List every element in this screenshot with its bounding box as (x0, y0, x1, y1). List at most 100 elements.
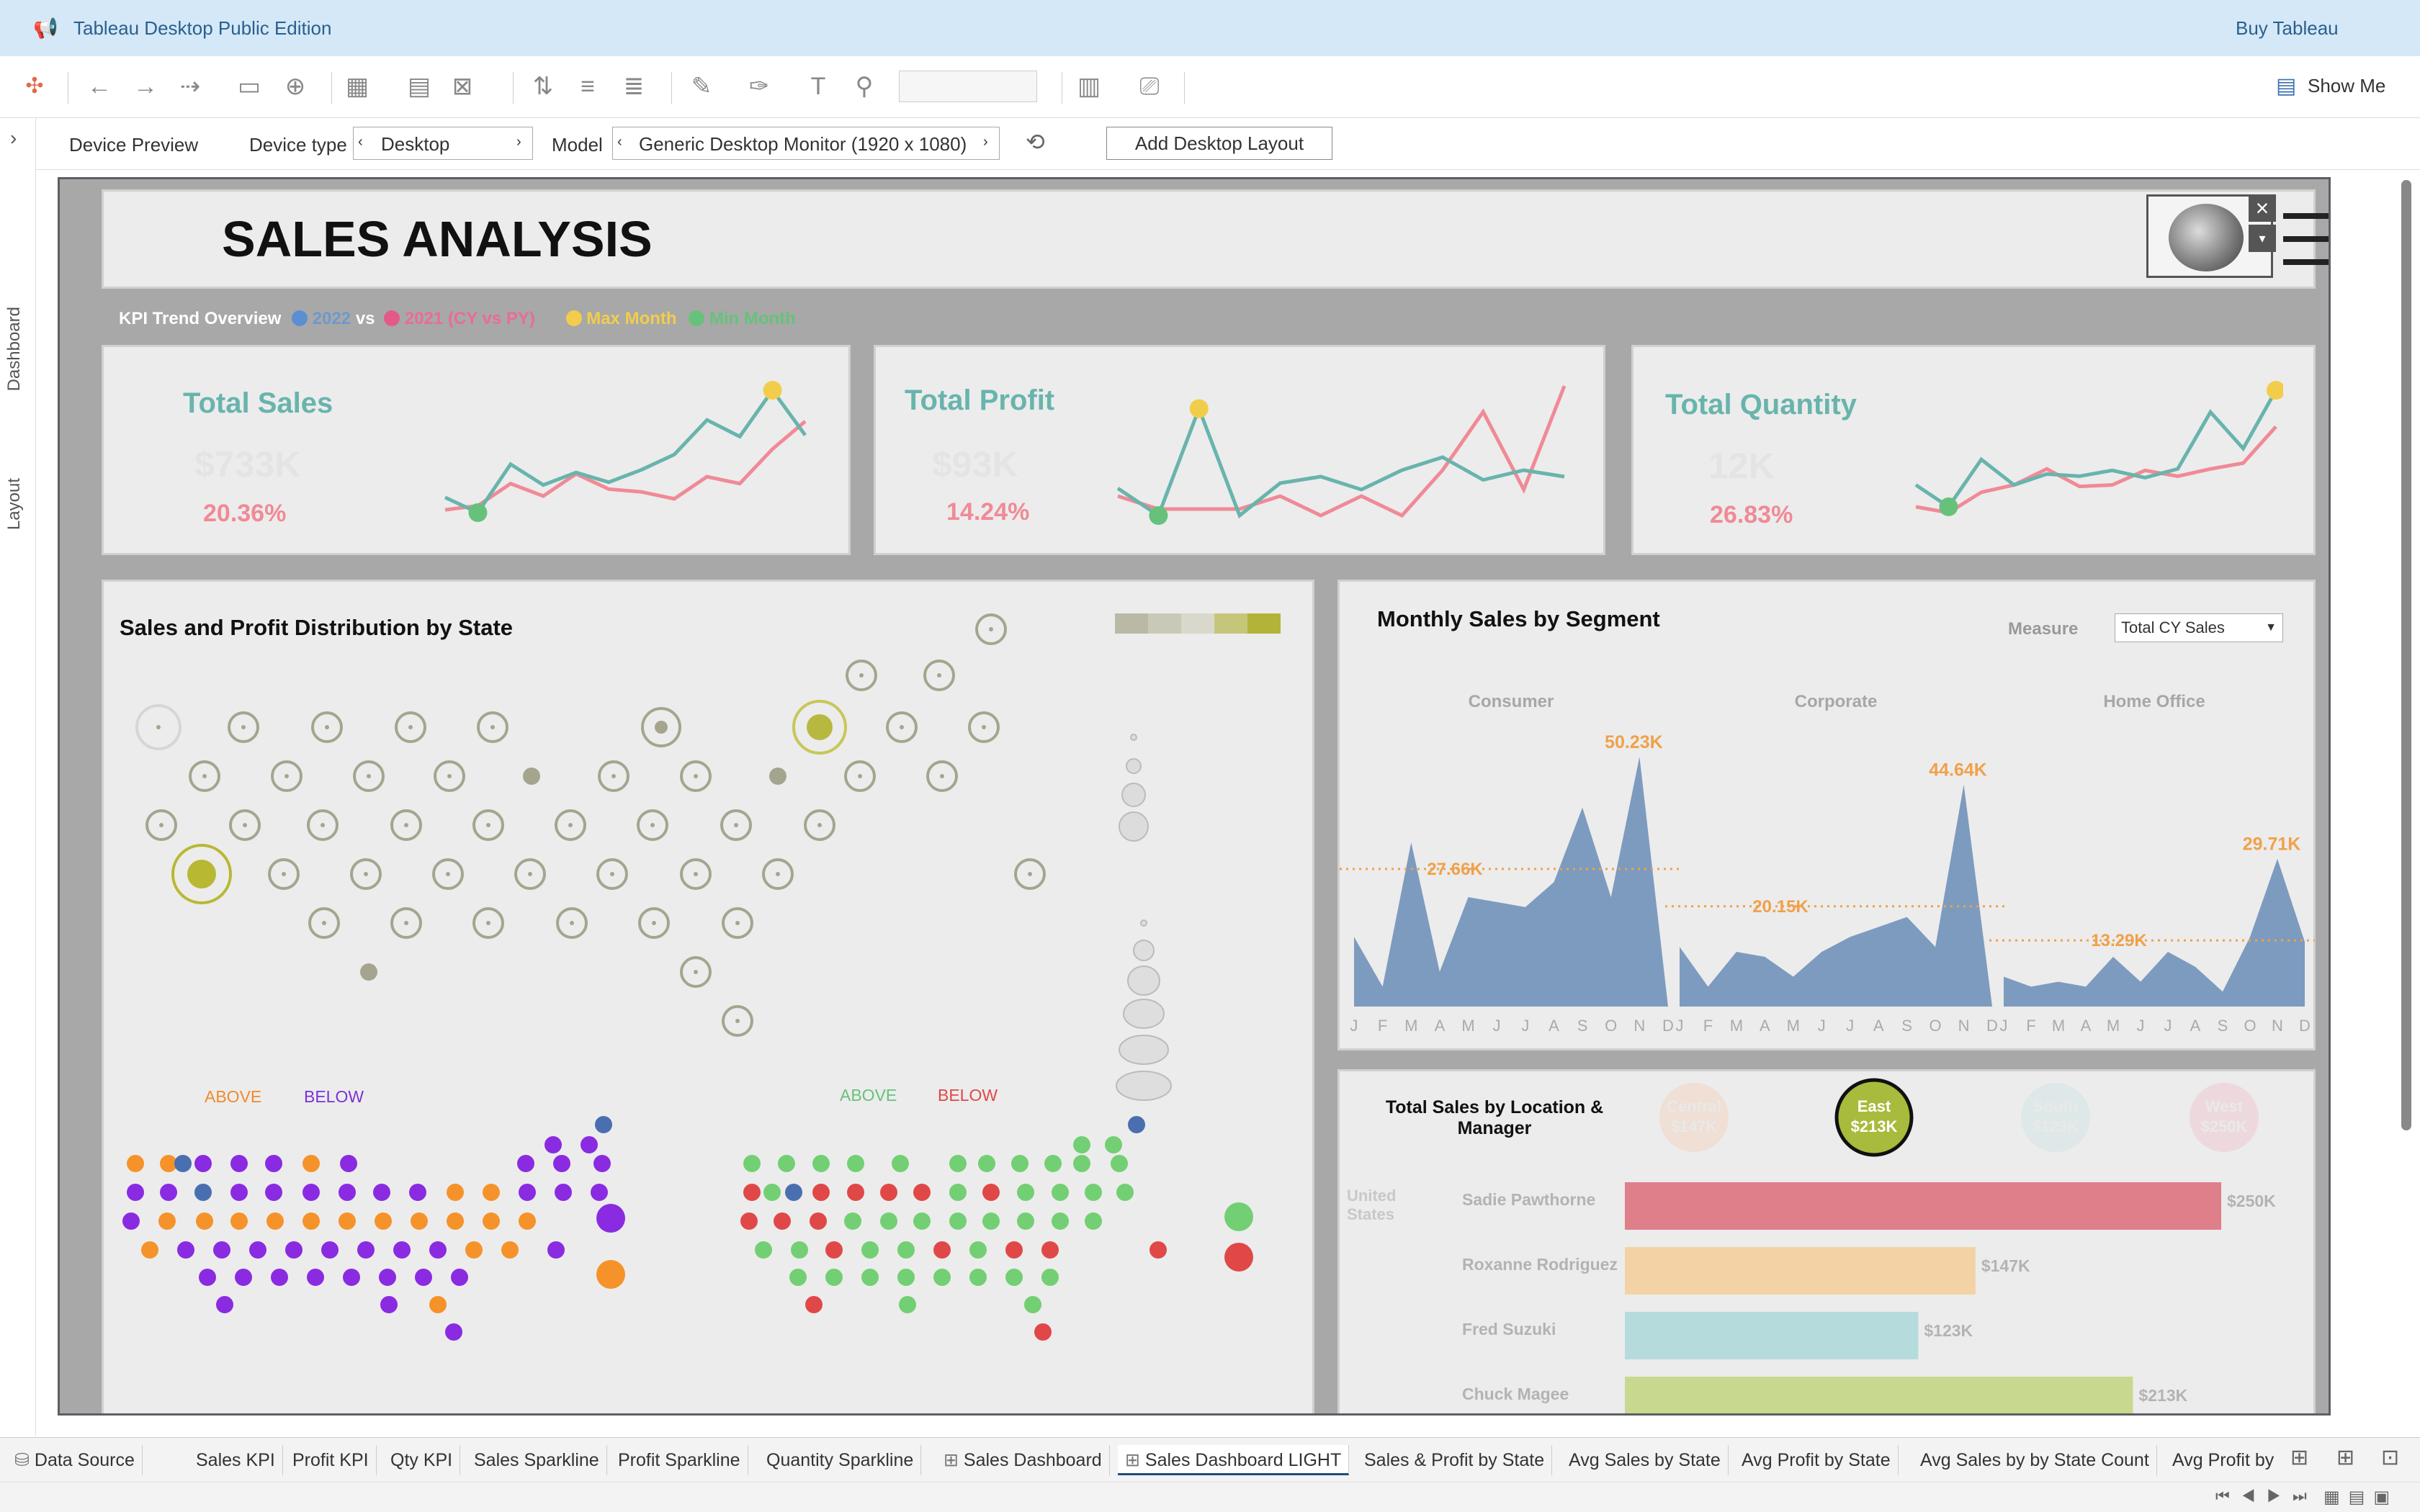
sort-desc-icon[interactable]: ≣ (619, 72, 648, 101)
kpi-change: 14.24% (946, 498, 1030, 526)
tableau-logo-icon[interactable]: ✣ (20, 72, 49, 101)
max-month-marker (763, 381, 782, 400)
region-value: $250K (2201, 1117, 2248, 1135)
profit-state-dot (949, 1155, 967, 1172)
new-dashboard-icon[interactable]: ⊞ (2336, 1445, 2354, 1470)
tab-dashboard[interactable]: Dashboard (4, 307, 24, 391)
sheet-tab[interactable]: Avg Profit by (2165, 1445, 2281, 1475)
pin-icon[interactable]: ⚲ (850, 72, 879, 101)
device-type-select[interactable]: ‹ Desktop › (353, 127, 533, 160)
rotate-icon[interactable]: ⟲ (1026, 128, 1045, 156)
profit-state-dot (743, 1155, 761, 1172)
sheet-tab-dashboard[interactable]: ⊞ Sales Dashboard (936, 1445, 1110, 1475)
legend-max: Max Month (586, 309, 677, 328)
next-arrow-icon[interactable]: › (516, 134, 521, 150)
month-tick: F (1703, 1017, 1713, 1035)
new-worksheet-icon[interactable]: ⊞ (2290, 1445, 2308, 1470)
sales-state-dot (265, 1155, 282, 1172)
sheet-tab[interactable]: Sales KPI (189, 1445, 283, 1475)
duplicate-sheet-icon[interactable]: ▤ (405, 72, 434, 101)
kpi-card-quantity[interactable]: Total Quantity 12K 26.83% (1631, 345, 2316, 555)
model-select[interactable]: ‹ Generic Desktop Monitor (1920 x 1080) … (612, 127, 1000, 160)
dashboard-grid-icon: ⊞ (944, 1450, 964, 1470)
next-arrow-icon[interactable]: › (983, 134, 988, 150)
prev-arrow-icon[interactable]: ‹ (358, 134, 363, 150)
show-cards-icon[interactable]: ▥ (1075, 72, 1103, 101)
swap-icon[interactable]: ⇅ (529, 72, 557, 101)
highlight-icon[interactable]: ✎ (687, 72, 716, 101)
sheet-tab[interactable]: Avg Sales by by State Count (1913, 1445, 2157, 1475)
redo-icon[interactable]: → (131, 72, 160, 101)
sales-state-dot (235, 1269, 252, 1286)
sheet-tab[interactable]: Avg Sales by State (1561, 1445, 1729, 1475)
moon-image (2169, 204, 2244, 271)
close-icon[interactable]: × (2249, 194, 2276, 222)
show-me-button[interactable]: Show Me (2308, 75, 2385, 97)
menu-icon[interactable] (2283, 213, 2329, 265)
sheet-navigation-icons[interactable]: ⏮◀▶⏭ (2215, 1487, 2318, 1506)
expand-chevron-icon[interactable]: › (10, 127, 17, 150)
state-dot (367, 774, 371, 778)
sales-state-dot (517, 1155, 534, 1172)
month-tick: M (1404, 1017, 1417, 1035)
profit-state-dot (913, 1184, 931, 1201)
region-name: East (1857, 1097, 1891, 1115)
add-desktop-layout-button[interactable]: Add Desktop Layout (1106, 127, 1332, 160)
sheet-tab[interactable]: Quantity Sparkline (759, 1445, 922, 1475)
state-hex-map[interactable] (104, 582, 1314, 1416)
sheet-tab[interactable]: Avg Profit by State (1734, 1445, 1899, 1475)
kpi-card-sales[interactable]: Total Sales $733K 20.36% (102, 345, 851, 555)
sheet-tab[interactable]: Sales & Profit by State (1357, 1445, 1553, 1475)
profit-state-dot (933, 1241, 951, 1259)
state-dot (570, 921, 574, 925)
vertical-scrollbar[interactable] (2401, 180, 2411, 1130)
presentation-icon[interactable]: ⎚ (1135, 72, 1164, 101)
profit-state-dot (982, 1184, 1000, 1201)
profit-state-dot (969, 1269, 987, 1286)
state-dot (859, 673, 864, 678)
chevron-down-icon[interactable]: ▾ (2249, 225, 2276, 252)
size-legend-dot (1123, 999, 1165, 1029)
buy-tableau-link[interactable]: Buy Tableau (2236, 17, 2339, 40)
profit-state-dot (844, 1212, 861, 1230)
text-icon[interactable]: T (804, 72, 833, 101)
sheet-tab[interactable]: Sales Sparkline (467, 1445, 607, 1475)
month-tick: M (1787, 1017, 1800, 1035)
sheet-tab[interactable]: Profit Sparkline (611, 1445, 748, 1475)
location-bar-chart[interactable]: Central $147K East $213K South $123K West $250K… (1340, 1071, 2315, 1416)
tab-data-source[interactable]: ⛁ Data Source (7, 1445, 143, 1475)
sheet-tab[interactable]: Qty KPI (383, 1445, 461, 1475)
new-story-icon[interactable]: ⊡ (2381, 1445, 2399, 1470)
month-tick: J (1521, 1017, 1529, 1035)
view-toggle-icons[interactable]: ▦▤▣ (2323, 1487, 2398, 1508)
undo-icon[interactable]: ← (85, 72, 114, 101)
show-me-icon[interactable]: ▤ (2276, 73, 2296, 99)
clear-sheet-icon[interactable]: ⊠ (448, 72, 477, 101)
tab-layout[interactable]: Layout (4, 478, 24, 530)
new-datasource-icon[interactable]: ⊕ (281, 72, 310, 101)
sales-state-dot (321, 1241, 339, 1259)
new-sheet-icon[interactable]: ▦ (343, 72, 372, 101)
segment-area-chart[interactable]: Consumer50.23K27.66KJ F M A M J J A S O N DCorporat… (1340, 582, 2315, 1050)
profit-state-dot (897, 1241, 915, 1259)
manager-bar (1625, 1377, 2133, 1413)
save-icon[interactable]: ▭ (235, 72, 264, 101)
fit-dropdown[interactable] (899, 71, 1037, 102)
region-value: $147K (1671, 1117, 1718, 1135)
sheet-tab-active[interactable]: ⊞ Sales Dashboard LIGHT (1118, 1445, 1350, 1475)
region-value: $213K (1851, 1117, 1898, 1135)
segment-area (1680, 784, 1992, 1007)
sales-state-dot (339, 1212, 356, 1230)
sort-asc-icon[interactable]: ≡ (573, 72, 602, 101)
kpi-card-profit[interactable]: Total Profit $93K 14.24% (874, 345, 1605, 555)
sales-state-dot (302, 1184, 320, 1201)
sales-state-dot (340, 1155, 357, 1172)
sheet-tab[interactable]: Profit KPI (285, 1445, 377, 1475)
attach-icon[interactable]: ✑ (745, 72, 774, 101)
profit-state-dot (949, 1184, 967, 1201)
profit-state-dot (1052, 1184, 1069, 1201)
replay-icon[interactable]: ⇢ (176, 72, 205, 101)
month-tick: D (2299, 1017, 2311, 1035)
prev-arrow-icon[interactable]: ‹ (617, 134, 622, 150)
profit-state-dot (763, 1184, 781, 1201)
